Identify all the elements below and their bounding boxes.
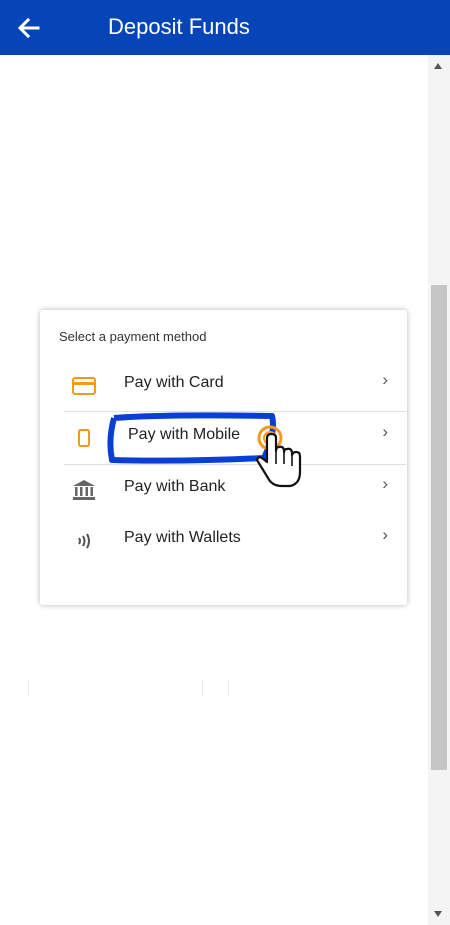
payment-method-heading: Select a payment method (59, 329, 207, 344)
chevron-right-icon: › (382, 422, 388, 441)
chevron-right-icon: › (382, 474, 388, 493)
option-label: Pay with Card (124, 374, 224, 391)
option-label: Pay with Mobile (128, 426, 241, 443)
option-pay-with-mobile[interactable]: Pay with Mobile › (64, 414, 394, 462)
scroll-up-arrow-icon[interactable] (434, 63, 442, 69)
payment-method-card: Select a payment method Pay with Card › … (40, 310, 407, 605)
faint-divider (28, 680, 29, 696)
option-label: Pay with Wallets (124, 529, 241, 546)
app-header: Deposit Funds (0, 0, 450, 55)
faint-divider (202, 680, 203, 696)
chevron-right-icon: › (382, 370, 388, 389)
scroll-thumb[interactable] (431, 285, 447, 770)
scroll-down-arrow-icon[interactable] (434, 911, 442, 917)
option-pay-with-wallets[interactable]: Pay with Wallets › (64, 517, 394, 565)
back-button[interactable] (14, 13, 44, 43)
scrollbar[interactable] (428, 55, 450, 925)
divider (64, 464, 406, 465)
credit-card-icon (72, 377, 96, 395)
divider (64, 411, 406, 412)
arrow-left-icon (17, 17, 40, 39)
faint-divider (228, 680, 229, 696)
mobile-phone-icon (78, 429, 90, 447)
page-title: Deposit Funds (108, 14, 250, 39)
contactless-icon (78, 533, 90, 549)
option-pay-with-card[interactable]: Pay with Card › (64, 362, 394, 410)
option-label: Pay with Bank (124, 478, 226, 495)
bank-icon (73, 480, 95, 500)
chevron-right-icon: › (382, 525, 388, 544)
option-pay-with-bank[interactable]: Pay with Bank › (64, 466, 394, 514)
